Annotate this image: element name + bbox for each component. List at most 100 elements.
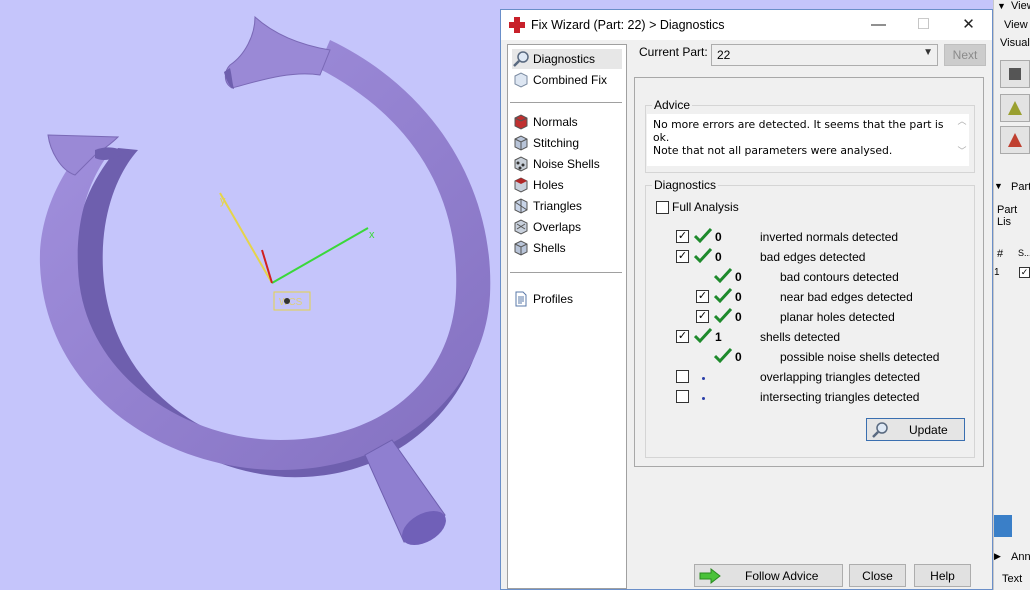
advice-scrollbar[interactable]: ︿ ﹀ bbox=[955, 114, 969, 166]
shells-checkbox[interactable]: ✓ bbox=[676, 330, 689, 343]
near-bad-edges-label: near bad edges detected bbox=[780, 290, 913, 304]
nav-label: Profiles bbox=[533, 292, 574, 306]
part-list-label: Part Lis bbox=[997, 204, 1018, 228]
triangles-cube-icon bbox=[514, 198, 528, 214]
inverted-normals-count: 0 bbox=[715, 230, 722, 244]
help-button[interactable]: Help bbox=[914, 564, 971, 587]
close-button[interactable]: Close bbox=[849, 564, 906, 587]
full-analysis-checkbox[interactable] bbox=[656, 201, 669, 214]
col-hash: # bbox=[997, 248, 1004, 260]
part-row-checkbox[interactable]: ✓ bbox=[1019, 267, 1030, 278]
pending-dot-icon bbox=[702, 377, 705, 380]
cube-view-button[interactable] bbox=[1000, 60, 1030, 88]
shells-cube-icon bbox=[514, 240, 528, 256]
noise-shells-icon bbox=[514, 156, 528, 172]
right-side-panel: ▼ View View Visuali: ▼ Part Part Lis # S… bbox=[993, 0, 1030, 590]
scroll-down-icon[interactable]: ﹀ bbox=[955, 144, 969, 157]
advice-line-2: Note that not all parameters were analys… bbox=[653, 144, 893, 157]
follow-advice-label: Follow Advice bbox=[745, 568, 819, 583]
bad-contours-label: bad contours detected bbox=[780, 270, 899, 284]
nav-profiles[interactable]: Profiles bbox=[512, 289, 622, 309]
normals-cube-icon bbox=[514, 114, 528, 130]
nav-label: Combined Fix bbox=[533, 73, 608, 87]
green-arrow-icon bbox=[699, 567, 721, 584]
shells-count: 1 bbox=[715, 330, 722, 344]
current-part-label: Current Part: bbox=[639, 45, 708, 59]
visualization-label: Visuali: bbox=[1000, 37, 1030, 49]
noise-shells-count: 0 bbox=[735, 350, 742, 364]
x-axis-label: x bbox=[369, 229, 375, 241]
cube-icon bbox=[1009, 68, 1021, 80]
y-axis-label: y bbox=[220, 195, 226, 207]
planar-holes-label: planar holes detected bbox=[780, 310, 895, 324]
update-label: Update bbox=[909, 422, 948, 437]
green-check-icon bbox=[714, 288, 732, 304]
intersecting-checkbox[interactable] bbox=[676, 390, 689, 403]
minimize-button[interactable]: — bbox=[856, 10, 901, 40]
diagnostics-panel: Advice No more errors are detected. It s… bbox=[634, 77, 984, 467]
nav-label: Holes bbox=[533, 178, 564, 192]
planar-holes-count: 0 bbox=[735, 310, 742, 324]
nav-stitching[interactable]: Stitching bbox=[512, 133, 622, 153]
nav-overlaps[interactable]: Overlaps bbox=[512, 217, 622, 237]
nav-divider bbox=[510, 102, 622, 103]
next-label: Next bbox=[952, 48, 978, 62]
part-row-number: 1 bbox=[994, 267, 1000, 278]
advice-text: No more errors are detected. It seems th… bbox=[647, 114, 959, 166]
nav-label: Triangles bbox=[533, 199, 582, 213]
update-button[interactable]: Update bbox=[866, 418, 965, 441]
inverted-normals-checkbox[interactable]: ✓ bbox=[676, 230, 689, 243]
origin-label: WCS bbox=[279, 297, 303, 308]
stitching-cube-icon bbox=[514, 135, 528, 151]
green-check-icon bbox=[714, 268, 732, 284]
nav-normals[interactable]: Normals bbox=[512, 112, 622, 132]
intersecting-label: intersecting triangles detected bbox=[760, 390, 920, 404]
close-label: Close bbox=[862, 568, 893, 583]
document-icon bbox=[515, 291, 527, 307]
follow-advice-button[interactable]: Follow Advice bbox=[694, 564, 843, 587]
nav-triangles[interactable]: Triangles bbox=[512, 196, 622, 216]
cube-icon bbox=[514, 72, 528, 88]
overlapping-label: overlapping triangles detected bbox=[760, 370, 921, 384]
nav-diagnostics[interactable]: Diagnostics bbox=[512, 49, 622, 69]
bad-edges-label: bad edges detected bbox=[760, 250, 866, 264]
toolbox-icon[interactable] bbox=[994, 515, 1012, 537]
magnifier-icon bbox=[513, 51, 529, 67]
nav-noise-shells[interactable]: Noise Shells bbox=[512, 154, 622, 174]
close-window-button[interactable]: ✕ bbox=[946, 10, 991, 40]
shading-button[interactable] bbox=[1000, 94, 1030, 122]
chevron-down-icon: ▼ bbox=[923, 47, 933, 58]
maximize-button[interactable]: ☐ bbox=[901, 10, 946, 40]
green-check-icon bbox=[694, 228, 712, 244]
title-bar[interactable]: Fix Wizard (Part: 22) > Diagnostics — ☐ … bbox=[501, 10, 992, 40]
triangle-wire-icon bbox=[1008, 133, 1022, 147]
view-section-label: View bbox=[1011, 0, 1030, 12]
nav-label: Stitching bbox=[533, 136, 580, 150]
scroll-up-icon[interactable]: ︿ bbox=[955, 114, 969, 127]
next-button[interactable]: Next bbox=[944, 44, 986, 66]
current-part-select[interactable]: 22 ▼ bbox=[711, 44, 938, 66]
planar-holes-checkbox[interactable]: ✓ bbox=[696, 310, 709, 323]
text-label: Text bbox=[1002, 573, 1023, 585]
dialog-body: Diagnostics Combined Fix Normals Stitchi… bbox=[501, 40, 992, 589]
help-label: Help bbox=[930, 568, 955, 583]
triangle-shade-icon bbox=[1008, 101, 1022, 115]
nav-combined-fix[interactable]: Combined Fix bbox=[512, 70, 622, 90]
overlapping-checkbox[interactable] bbox=[676, 370, 689, 383]
bad-edges-checkbox[interactable]: ✓ bbox=[676, 250, 689, 263]
dialog-title: Fix Wizard (Part: 22) > Diagnostics bbox=[531, 18, 725, 32]
overlaps-cube-icon bbox=[514, 219, 528, 235]
view-collapse-icon[interactable]: ▼ bbox=[997, 1, 1006, 11]
view-item[interactable]: View bbox=[1004, 19, 1028, 31]
part-section-label: Part bbox=[1011, 181, 1030, 193]
bad-contours-count: 0 bbox=[735, 270, 742, 284]
nav-holes[interactable]: Holes bbox=[512, 175, 622, 195]
advice-group: Advice No more errors are detected. It s… bbox=[645, 98, 975, 173]
part-collapse-icon[interactable]: ▼ bbox=[994, 181, 1003, 191]
nav-shells[interactable]: Shells bbox=[512, 238, 622, 258]
diagnostics-group: Diagnostics Full Analysis ✓ 0 inverted n… bbox=[645, 178, 975, 458]
holes-cube-icon bbox=[514, 177, 528, 193]
wireframe-button[interactable] bbox=[1000, 126, 1030, 154]
annotations-collapse-icon[interactable]: ▶ bbox=[994, 551, 1001, 562]
near-bad-edges-checkbox[interactable]: ✓ bbox=[696, 290, 709, 303]
